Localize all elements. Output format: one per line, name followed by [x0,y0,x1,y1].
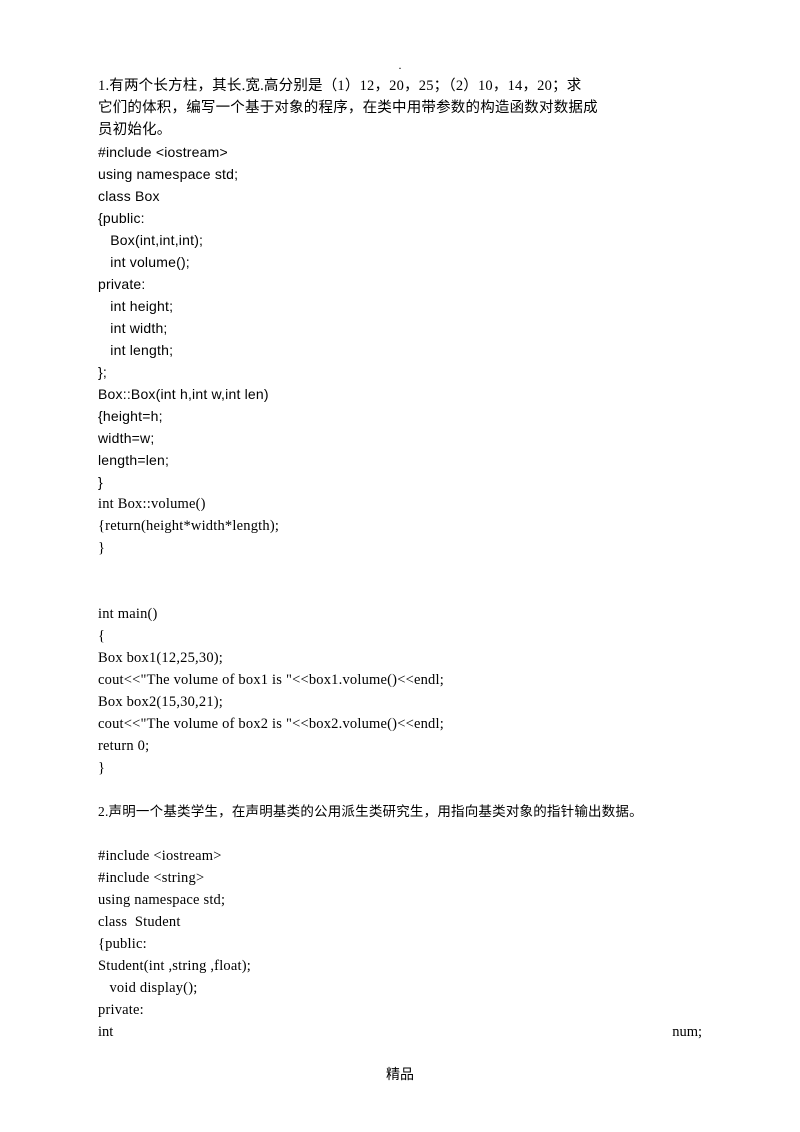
code-line: int main() [98,603,702,625]
code-line: {public: [98,933,702,955]
document-page: . 1.有两个长方柱，其长.宽.高分别是（1）12，20，25；（2）10，14… [0,0,800,1132]
code-line: int width; [98,317,702,339]
code-line: } [98,757,702,779]
blank-line [98,581,702,603]
q1-paragraph-line: 它们的体积，编写一个基于对象的程序，在类中用带参数的构造函数对数据成 [98,97,702,119]
code-line: int length; [98,339,702,361]
code-line: using namespace std; [98,889,702,911]
q1-paragraph-line: 员初始化。 [98,119,702,141]
blank-line [98,559,702,581]
footer-text: 精品 [0,1064,800,1084]
q1-paragraph-line: 1.有两个长方柱，其长.宽.高分别是（1）12，20，25；（2）10，14，2… [98,75,702,97]
code-line: width=w; [98,427,702,449]
code-line: Box box1(12,25,30); [98,647,702,669]
code-line: cout<<"The volume of box2 is "<<box2.vol… [98,713,702,735]
q2-paragraph-line: 2.声明一个基类学生，在声明基类的公用派生类研究生，用指向基类对象的指针输出数据… [98,801,702,823]
code-line: cout<<"The volume of box1 is "<<box1.vol… [98,669,702,691]
code-line: #include <iostream> [98,141,702,163]
code-right: num; [672,1021,702,1043]
code-line: }; [98,361,702,383]
code-line: length=len; [98,449,702,471]
code-line: private: [98,999,702,1021]
code-line: Box(int,int,int); [98,229,702,251]
blank-line [98,823,702,845]
code-line: Box box2(15,30,21); [98,691,702,713]
code-line: private: [98,273,702,295]
code-line: } [98,537,702,559]
code-line: int height; [98,295,702,317]
code-left: int [98,1021,113,1043]
code-line: #include <string> [98,867,702,889]
code-line: int Box::volume() [98,493,702,515]
code-line-justified: int num; [98,1021,702,1043]
code-line: class Student [98,911,702,933]
code-line: } [98,471,702,493]
code-line: void display(); [98,977,702,999]
code-line: Student(int ,string ,float); [98,955,702,977]
blank-line [98,779,702,801]
code-line: {height=h; [98,405,702,427]
code-line: using namespace std; [98,163,702,185]
code-line: { [98,625,702,647]
code-line: Box::Box(int h,int w,int len) [98,383,702,405]
top-dot: . [0,58,800,73]
code-line: int volume(); [98,251,702,273]
code-line: class Box [98,185,702,207]
code-line: {public: [98,207,702,229]
code-line: return 0; [98,735,702,757]
code-line: #include <iostream> [98,845,702,867]
code-line: {return(height*width*length); [98,515,702,537]
